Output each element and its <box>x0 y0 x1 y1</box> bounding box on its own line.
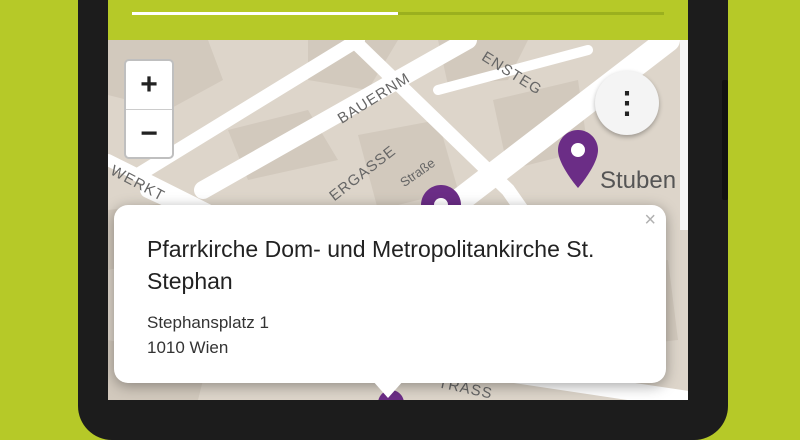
map-marker-icon[interactable] <box>558 130 598 190</box>
zoom-control: + − <box>124 59 174 159</box>
header-progress-track <box>132 12 664 15</box>
app-header <box>108 0 688 40</box>
phone-screen: BAUERNM ENSTEG ERGASSE WERKT Straße TRAS… <box>108 0 688 400</box>
more-vert-icon: ⋮ <box>612 86 642 120</box>
header-progress-fill <box>132 12 398 15</box>
phone-side-button <box>722 80 728 200</box>
address-street: Stephansplatz 1 <box>147 313 269 332</box>
popup-title: Pfarrkirche Dom- und Metropolitankirche … <box>147 236 595 294</box>
zoom-out-button[interactable]: − <box>126 110 172 157</box>
close-icon[interactable]: × <box>644 209 656 232</box>
zoom-in-button[interactable]: + <box>126 61 172 110</box>
more-options-button[interactable]: ⋮ <box>595 71 659 135</box>
map-scroll-edge <box>680 40 688 230</box>
place-popup: × Pfarrkirche Dom- und Metropolitankirch… <box>114 205 666 398</box>
popup-tip <box>372 380 404 398</box>
address-city: 1010 Wien <box>147 338 229 357</box>
popup-address: Stephansplatz 1 1010 Wien <box>147 310 547 360</box>
map-place-label: Stuben <box>600 167 677 194</box>
